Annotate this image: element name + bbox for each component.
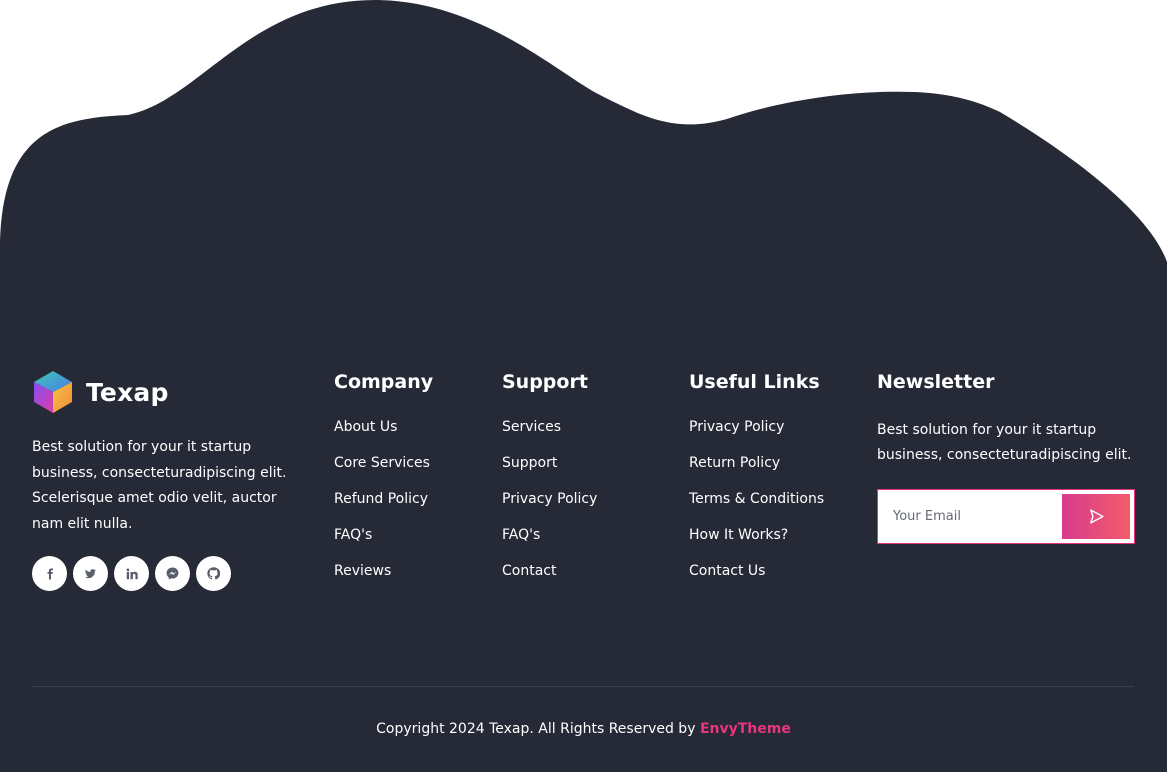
link-how-it-works[interactable]: How It Works? [689, 527, 788, 543]
company-links: About Us Core Services Refund Policy FAQ… [334, 418, 433, 598]
footer-divider [32, 686, 1134, 687]
newsletter-text: Best solution for your it startup busine… [877, 422, 1132, 463]
messenger-icon [166, 567, 179, 580]
footer-link: Return Policy [689, 454, 824, 490]
footer-link: Refund Policy [334, 490, 433, 526]
link-core-services[interactable]: Core Services [334, 455, 430, 471]
footer-link: Privacy Policy [689, 418, 824, 454]
link-faqs[interactable]: FAQ's [502, 527, 540, 543]
social-links [32, 556, 231, 591]
newsletter-heading: Newsletter [877, 371, 995, 393]
linkedin-icon [126, 568, 138, 579]
footer-link: Core Services [334, 454, 433, 490]
newsletter-column: Newsletter Best solution for your it sta… [877, 370, 1137, 468]
twitter-icon [85, 568, 96, 578]
link-privacy-policy[interactable]: Privacy Policy [689, 419, 784, 435]
subscribe-button[interactable] [1062, 494, 1130, 539]
footer-link: Terms & Conditions [689, 490, 824, 526]
brand-name: Texap [86, 377, 169, 407]
footer-link: FAQ's [334, 526, 433, 562]
link-refund-policy[interactable]: Refund Policy [334, 491, 428, 507]
useful-links: Privacy Policy Return Policy Terms & Con… [689, 418, 824, 598]
newsletter-form [877, 489, 1135, 544]
footer-link: Contact Us [689, 562, 824, 598]
link-privacy-policy[interactable]: Privacy Policy [502, 491, 597, 507]
support-column: Support Services Support Privacy Policy … [502, 370, 597, 598]
company-heading: Company [334, 371, 434, 393]
link-about-us[interactable]: About Us [334, 419, 397, 435]
useful-links-heading: Useful Links [689, 371, 820, 393]
github-icon [207, 567, 220, 580]
hexagon-logo-icon [34, 371, 72, 413]
page-footer: Texap Best solution for your it startup … [0, 0, 1167, 772]
link-reviews[interactable]: Reviews [334, 563, 391, 579]
link-terms-conditions[interactable]: Terms & Conditions [689, 491, 824, 507]
link-contact[interactable]: Contact [502, 563, 556, 579]
support-heading: Support [502, 371, 588, 393]
link-faqs[interactable]: FAQ's [334, 527, 372, 543]
brand[interactable]: Texap [32, 370, 169, 414]
send-icon [1089, 509, 1104, 524]
support-links: Services Support Privacy Policy FAQ's Co… [502, 418, 597, 598]
useful-links-column: Useful Links Privacy Policy Return Polic… [689, 370, 824, 598]
messenger-button[interactable] [155, 556, 190, 591]
copyright: Copyright 2024 Texap. All Rights Reserve… [0, 719, 1167, 739]
footer-link: Contact [502, 562, 597, 598]
footer-link: About Us [334, 418, 433, 454]
link-support[interactable]: Support [502, 455, 557, 471]
link-contact-us[interactable]: Contact Us [689, 563, 765, 579]
facebook-icon [47, 568, 53, 579]
link-services[interactable]: Services [502, 419, 561, 435]
footer-link: Reviews [334, 562, 433, 598]
author-link[interactable]: EnvyTheme [700, 721, 791, 737]
footer-link: Support [502, 454, 597, 490]
facebook-button[interactable] [32, 556, 67, 591]
footer-link: How It Works? [689, 526, 824, 562]
copyright-text: Copyright 2024 Texap. All Rights Reserve… [376, 721, 696, 737]
footer-link: FAQ's [502, 526, 597, 562]
twitter-button[interactable] [73, 556, 108, 591]
brand-description: Best solution for your it startup busine… [32, 439, 287, 532]
github-button[interactable] [196, 556, 231, 591]
footer-link: Privacy Policy [502, 490, 597, 526]
link-return-policy[interactable]: Return Policy [689, 455, 780, 471]
linkedin-button[interactable] [114, 556, 149, 591]
footer-link: Services [502, 418, 597, 454]
email-input[interactable] [878, 490, 1058, 543]
company-column: Company About Us Core Services Refund Po… [334, 370, 433, 598]
